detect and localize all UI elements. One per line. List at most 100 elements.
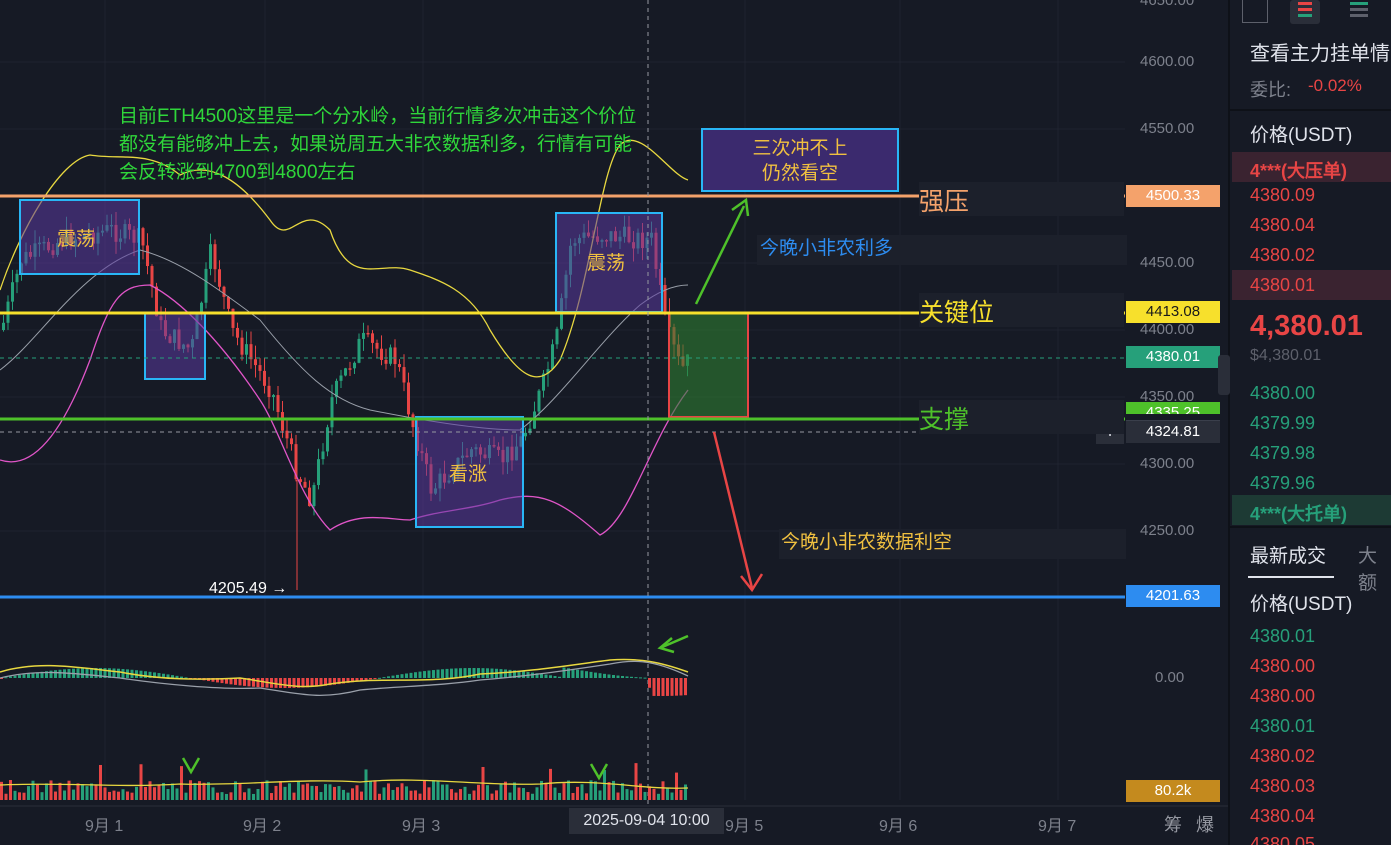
volume-bar	[598, 790, 602, 800]
bid-price[interactable]: 4379.96	[1250, 473, 1315, 494]
volume-bar	[553, 787, 557, 800]
collapse-panel-handle[interactable]	[1218, 355, 1230, 395]
volume-bar	[405, 786, 408, 800]
candle	[281, 412, 284, 431]
macd-bar	[396, 674, 399, 678]
macd-bar	[639, 677, 642, 679]
volume-bar	[202, 782, 206, 800]
candle	[15, 273, 19, 283]
candle	[317, 459, 320, 486]
signal-arrow	[659, 634, 689, 650]
macd-bar	[675, 678, 678, 696]
time-tick: 9月 6	[879, 818, 918, 835]
big-bid-order[interactable]: 4***(大托单)	[1250, 500, 1347, 526]
volume-bar	[544, 782, 548, 800]
macd-bar	[54, 670, 57, 678]
price-tick: 4250.00	[1140, 522, 1195, 539]
volume-bar	[324, 784, 327, 800]
key-level-price-label: 4413.08	[1126, 301, 1220, 323]
ask-price[interactable]: 4380.04	[1250, 215, 1315, 236]
tab-latest-trades[interactable]: 最新成交	[1250, 541, 1326, 568]
volume-bar	[364, 769, 368, 800]
orderbook-title[interactable]: 查看主力挂单情	[1250, 37, 1390, 66]
volume-bar	[648, 786, 651, 800]
candle	[254, 359, 257, 366]
crosshair-price-label: 4324.81	[1126, 420, 1220, 443]
candle	[213, 244, 217, 270]
candle	[258, 365, 262, 371]
volume-bar	[414, 790, 417, 800]
macd-signal-line	[0, 658, 689, 688]
candle	[303, 481, 307, 488]
macd-bar	[549, 675, 552, 678]
volume-bar	[643, 791, 647, 800]
macd-bar	[405, 673, 408, 678]
bid-price[interactable]: 4380.00	[1250, 383, 1315, 404]
candle	[290, 438, 293, 445]
macd-bar	[634, 677, 638, 679]
volume-bar	[315, 786, 318, 800]
candle	[11, 282, 14, 302]
candle	[384, 359, 388, 364]
volume-bar	[616, 792, 620, 800]
orderbook-mode-icon[interactable]	[1290, 0, 1320, 24]
strong-resistance-price-label: 4500.33	[1126, 185, 1220, 207]
candle	[222, 286, 226, 297]
candle	[236, 327, 239, 338]
candle	[209, 244, 212, 269]
price-tick: 4550.00	[1140, 120, 1195, 137]
ask-price[interactable]: 4380.09	[1250, 185, 1315, 206]
ask-price[interactable]: 4380.01	[1250, 275, 1315, 296]
macd-bar	[58, 669, 62, 678]
volume-bar	[400, 783, 404, 800]
volume-bar	[630, 790, 633, 800]
volume-bar	[99, 764, 102, 800]
volume-bar	[238, 783, 242, 800]
bid-price[interactable]: 4379.99	[1250, 413, 1315, 434]
volume-bar	[243, 792, 246, 800]
candle	[537, 390, 541, 412]
time-tick: 9月 5	[725, 818, 764, 835]
chart-area[interactable]: 4650.00 4600.00 4550.00 4450.00 4400.00 …	[0, 0, 1228, 845]
list-mode-icon[interactable]	[1350, 2, 1368, 20]
support-label: 支撑	[919, 400, 1124, 434]
macd-bar	[472, 668, 476, 678]
big-ask-order[interactable]: 4***(大压单)	[1250, 157, 1347, 183]
volume-bar	[378, 793, 381, 800]
ratio-label: 委比:	[1250, 80, 1292, 100]
liquidation-button[interactable]: 爆	[1196, 811, 1214, 837]
volume-bar	[256, 789, 260, 800]
macd-bar	[369, 678, 372, 680]
candle	[272, 395, 275, 398]
volume-bar	[54, 791, 57, 800]
volume-bar	[265, 780, 269, 800]
macd-bar	[630, 676, 633, 678]
volume-bar	[4, 793, 8, 800]
candle	[245, 344, 248, 355]
volume-bar	[175, 788, 179, 800]
volume-bar	[144, 786, 147, 800]
ask-price[interactable]: 4380.02	[1250, 245, 1315, 266]
volume-bar	[333, 786, 336, 800]
orderbook-last-price: 4,380.01	[1250, 310, 1363, 342]
macd-bar	[670, 678, 674, 696]
macd-bar	[558, 676, 561, 678]
volume-bar	[261, 781, 264, 800]
candle	[141, 228, 145, 246]
volume-bar	[220, 792, 224, 800]
volume-bar	[117, 791, 120, 800]
macd-bar	[562, 667, 566, 678]
macd-bar	[522, 671, 525, 678]
macd-bar	[432, 670, 435, 678]
tab-large-trades[interactable]: 大额	[1358, 541, 1391, 595]
volume-bar	[166, 789, 170, 800]
volume-bar	[301, 784, 305, 800]
volume-bar	[382, 787, 386, 800]
macd-bar	[594, 672, 597, 678]
macd-bar	[589, 671, 593, 678]
volume-bar	[576, 786, 579, 800]
candle	[398, 364, 401, 368]
bid-price[interactable]: 4379.98	[1250, 443, 1315, 464]
panel-toggle-icon[interactable]	[1242, 0, 1268, 23]
chips-button[interactable]: 筹	[1164, 811, 1182, 837]
